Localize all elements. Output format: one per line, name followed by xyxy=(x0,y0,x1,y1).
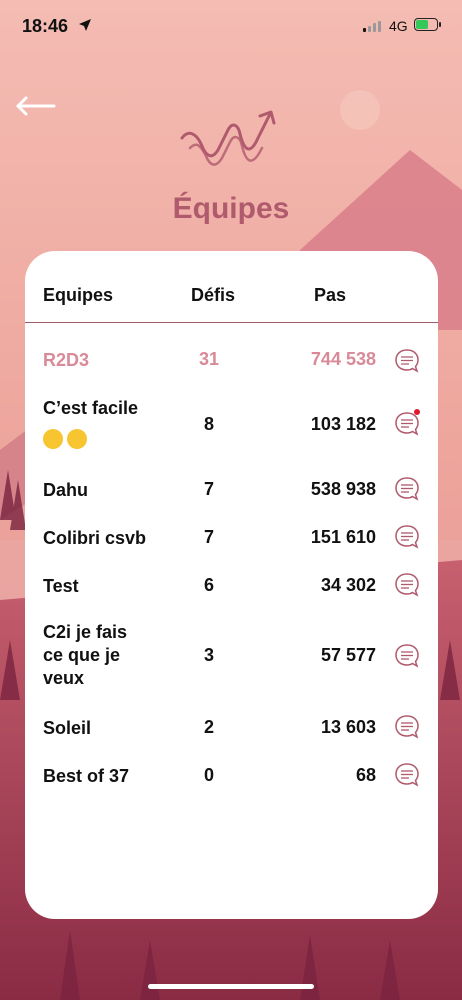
network-type: 4G xyxy=(389,18,408,34)
table-row[interactable]: C2i je fais ce que je veux 3 57 577 xyxy=(25,621,438,693)
team-name: Dahu xyxy=(43,480,88,500)
status-bar: 18:46 4G xyxy=(0,0,462,58)
team-defis: 2 xyxy=(203,717,214,737)
column-header-equipes: Equipes xyxy=(43,285,114,305)
table-row[interactable]: Colibri csvb 7 151 610 xyxy=(25,525,438,551)
table-row[interactable]: C’est facile 8 103 182 xyxy=(25,397,438,450)
arrow-left-icon xyxy=(16,96,56,116)
chat-bubble-icon[interactable] xyxy=(394,572,420,598)
team-name: Best of 37 xyxy=(43,766,130,786)
chat-bubble-icon[interactable] xyxy=(394,762,420,788)
team-pas: 744 538 xyxy=(310,349,376,369)
team-defis: 31 xyxy=(198,349,220,369)
team-defis: 7 xyxy=(203,527,214,547)
winking-tongue-emoji-icon xyxy=(43,429,63,450)
column-header-pas: Pas xyxy=(314,285,347,305)
team-name: Soleil xyxy=(43,718,92,738)
team-pas: 538 938 xyxy=(310,479,376,499)
table-row[interactable]: Dahu 7 538 938 xyxy=(25,477,438,503)
team-pas: 103 182 xyxy=(310,414,376,434)
team-name: Colibri csvb xyxy=(43,528,147,548)
table-row[interactable]: R2D3 31 744 538 xyxy=(25,347,438,373)
chat-bubble-icon[interactable] xyxy=(394,348,420,374)
team-pas: 34 302 xyxy=(320,575,376,595)
team-name: R2D3 xyxy=(43,350,90,370)
team-name: C’est facile xyxy=(43,398,139,418)
table-row[interactable]: Soleil 2 13 603 xyxy=(25,715,438,741)
team-pas: 13 603 xyxy=(320,717,376,737)
team-defis: 8 xyxy=(203,414,214,434)
team-emoji-line xyxy=(43,427,91,450)
team-defis: 7 xyxy=(203,479,214,499)
team-name: Test xyxy=(43,576,79,596)
team-defis: 3 xyxy=(203,645,214,665)
home-indicator[interactable] xyxy=(148,984,314,989)
team-name-line-3: veux xyxy=(43,668,85,688)
team-pas: 57 577 xyxy=(320,645,376,665)
location-arrow-icon xyxy=(79,19,91,31)
column-header-defis: Défis xyxy=(191,285,236,305)
team-defis: 0 xyxy=(203,765,214,785)
header-divider xyxy=(25,322,438,323)
page-title: Équipes xyxy=(172,192,290,225)
chat-bubble-icon[interactable] xyxy=(394,524,420,550)
back-button[interactable] xyxy=(14,94,56,118)
app-logo-icon xyxy=(180,110,276,166)
chat-bubble-icon[interactable] xyxy=(394,476,420,502)
signal-strength-icon xyxy=(363,21,381,32)
battery-icon xyxy=(414,18,438,31)
team-defis: 6 xyxy=(203,575,214,595)
team-pas: 151 610 xyxy=(310,527,376,547)
notification-dot xyxy=(414,409,420,415)
star-struck-emoji-icon xyxy=(67,429,87,450)
team-name: C2i je fais xyxy=(43,622,128,642)
team-pas: 68 xyxy=(355,765,376,785)
teams-table-card: Equipes Défis Pas R2D3 31 744 538 C’est … xyxy=(25,251,438,919)
team-name-line-2: ce que je xyxy=(43,645,121,665)
table-row[interactable]: Test 6 34 302 xyxy=(25,573,438,599)
table-row[interactable]: Best of 37 0 68 xyxy=(25,763,438,789)
chat-bubble-icon[interactable] xyxy=(394,714,420,740)
battery-cap xyxy=(439,22,441,27)
chat-bubble-icon[interactable] xyxy=(394,643,420,669)
status-time: 18:46 xyxy=(22,16,69,36)
